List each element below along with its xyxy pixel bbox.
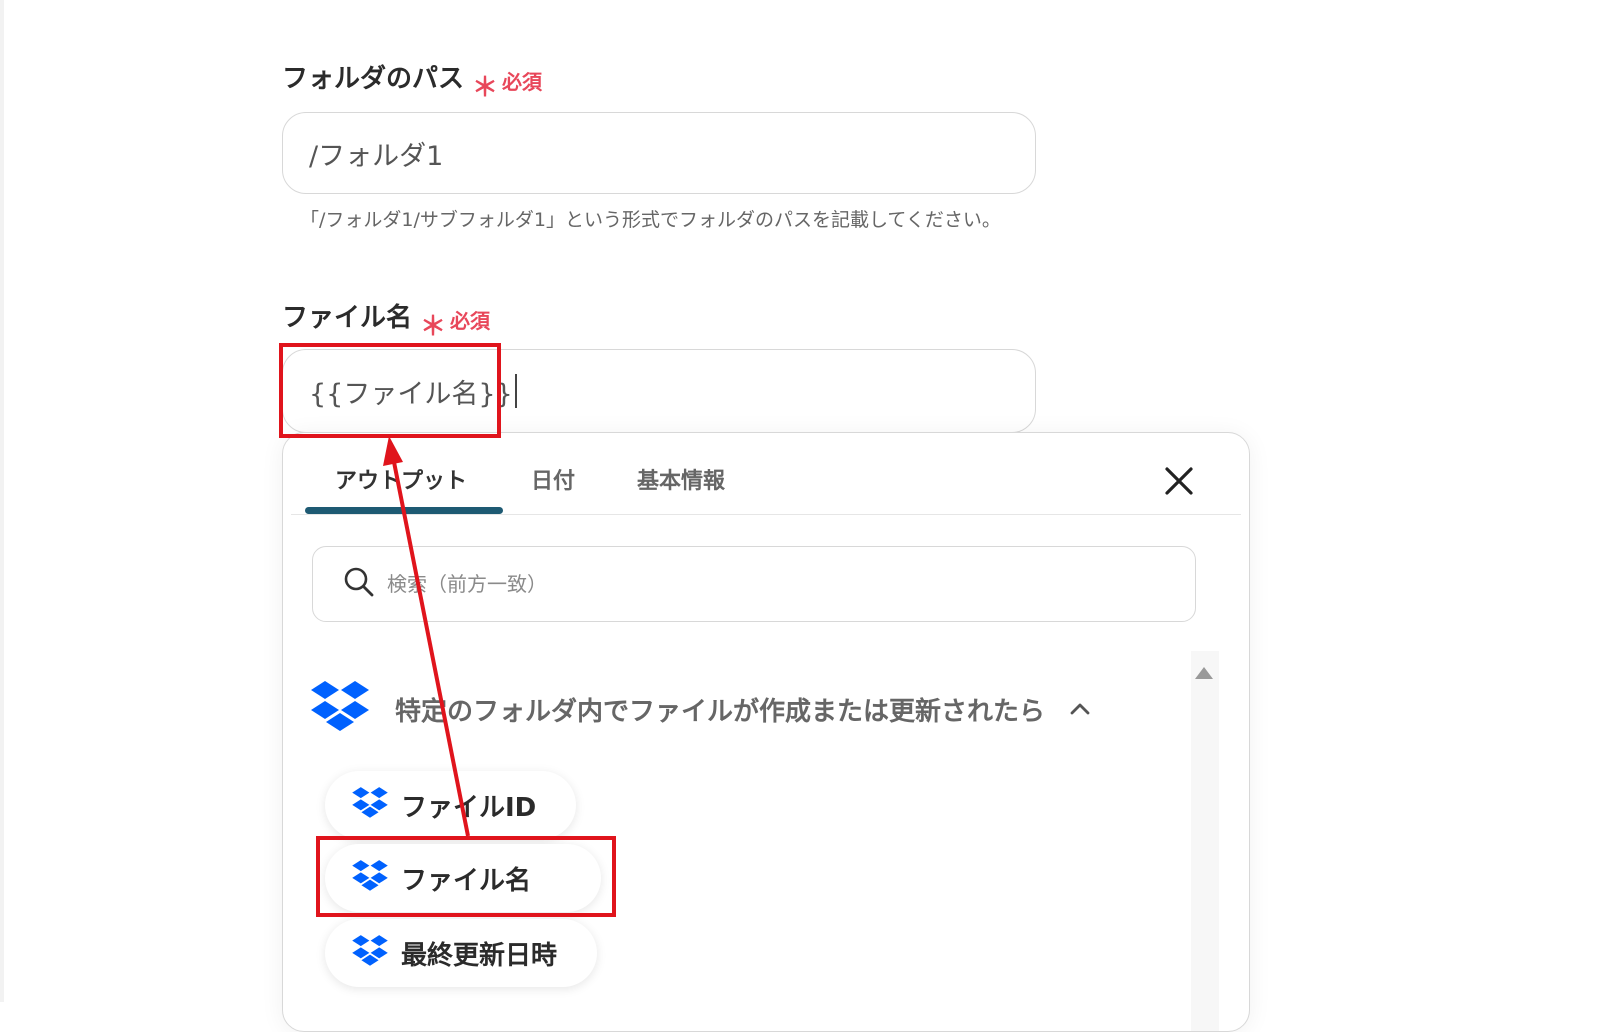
active-tab-indicator (305, 507, 503, 514)
tab-divider (291, 514, 1241, 515)
file-name-value: {{ファイル名}} (309, 378, 513, 410)
dropbox-icon (309, 679, 371, 739)
file-name-input[interactable]: {{ファイル名}} (282, 349, 1036, 433)
output-item-file-id[interactable]: ファイルID (325, 771, 577, 839)
tab-output[interactable]: アウトプット (335, 463, 467, 495)
dropbox-icon (351, 785, 389, 825)
output-item-label: ファイルID (401, 792, 537, 823)
close-icon[interactable] (1161, 463, 1197, 499)
output-item-file-name[interactable]: ファイル名 (325, 844, 601, 912)
text-caret (514, 374, 517, 408)
scroll-up-arrow-icon[interactable] (1195, 667, 1213, 679)
tab-basic-info[interactable]: 基本情報 (637, 463, 725, 495)
output-item-last-modified[interactable]: 最終更新日時 (325, 919, 598, 987)
folder-path-label: フォルダのパス ＊ 必須 (282, 58, 543, 101)
dropbox-icon (351, 858, 389, 898)
output-item-label: ファイル名 (401, 865, 532, 896)
search-icon (343, 566, 375, 602)
output-picker-panel: アウトプット 日付 基本情報 検索（前方一致） 特定のフォルダ内でファイルが作成… (282, 432, 1250, 1032)
required-text: 必須 (502, 70, 543, 94)
dropbox-icon (351, 933, 389, 973)
output-item-label: 最終更新日時 (401, 940, 558, 971)
required-asterisk: ＊ (472, 73, 499, 103)
required-indicator: ＊ 必須 (472, 66, 543, 101)
folder-path-label-text: フォルダのパス (282, 64, 465, 94)
search-input[interactable] (385, 571, 1089, 597)
search-box[interactable] (312, 546, 1196, 622)
trigger-group-title: 特定のフォルダ内でファイルが作成または更新されたら (395, 696, 1046, 727)
folder-path-hint: 「/フォルダ1/サブフォルダ1」という形式でフォルダのパスを記載してください。 (300, 209, 1001, 231)
file-name-label-text: ファイル名 (282, 303, 413, 333)
trigger-group-header[interactable]: 特定のフォルダ内でファイルが作成または更新されたら (309, 679, 1091, 739)
folder-path-input[interactable]: /フォルダ1 (282, 112, 1036, 194)
tab-date[interactable]: 日付 (531, 463, 575, 495)
scrollbar[interactable] (1191, 651, 1219, 1031)
required-text: 必須 (450, 309, 491, 333)
chevron-up-icon[interactable] (1069, 698, 1091, 720)
required-asterisk: ＊ (420, 312, 447, 342)
page-edge (0, 0, 4, 1002)
file-name-label: ファイル名 ＊ 必須 (282, 297, 491, 340)
folder-path-value: /フォルダ1 (309, 140, 444, 172)
required-indicator: ＊ 必須 (420, 305, 491, 340)
